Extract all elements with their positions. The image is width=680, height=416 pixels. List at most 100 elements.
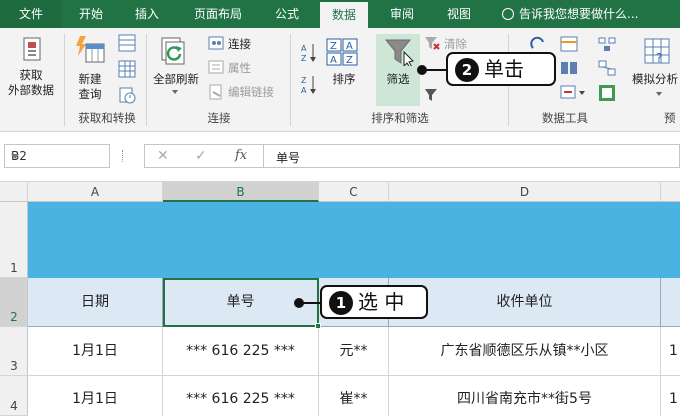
- svg-text:?: ?: [656, 51, 662, 65]
- callout-1-text: 选 中: [358, 290, 405, 314]
- cell-d4[interactable]: 四川省南充市**街5号: [389, 376, 661, 416]
- edit-links-icon: [208, 84, 224, 103]
- get-external-label-1: 获取: [19, 68, 43, 82]
- cell-a2[interactable]: 日期: [28, 278, 163, 327]
- connections-button[interactable]: 连接: [228, 36, 251, 52]
- remove-duplicates-icon[interactable]: [560, 36, 578, 55]
- new-query-icon: [74, 36, 110, 69]
- formula-content: 单号: [276, 151, 301, 165]
- column-header-c[interactable]: C: [319, 182, 389, 202]
- filter-button-label: 筛选: [386, 72, 410, 86]
- svg-text:A: A: [301, 44, 307, 53]
- get-external-label-2: 外部数据: [8, 83, 54, 97]
- row-4-label: 4: [10, 399, 18, 413]
- refresh-dropdown-icon[interactable]: [172, 90, 178, 94]
- sort-za-icon[interactable]: ZA: [300, 74, 318, 99]
- tell-me-box[interactable]: 告诉我您想要做什么...: [502, 0, 638, 28]
- sort-az-icon[interactable]: AZ: [300, 42, 318, 67]
- row-header-4[interactable]: 4: [0, 376, 28, 416]
- tell-me-text: 告诉我您想要做什么...: [519, 7, 639, 21]
- formula-bar: B2 ✕ ✓ fx 单号: [0, 132, 680, 182]
- new-query-label-1: 新建: [78, 72, 102, 86]
- row-header-1[interactable]: 1: [0, 202, 28, 278]
- tab-home[interactable]: 开始: [68, 0, 114, 28]
- svg-text:Z: Z: [301, 54, 307, 63]
- cell-b3[interactable]: *** 616 225 ***: [163, 327, 319, 376]
- what-if-button[interactable]: 模拟分析: [632, 72, 680, 87]
- fill-handle[interactable]: [315, 323, 321, 329]
- connections-icon: [208, 36, 224, 53]
- manage-data-model-icon[interactable]: [598, 84, 616, 105]
- svg-text:A: A: [301, 86, 307, 95]
- row-3-label: 3: [10, 359, 18, 373]
- group-connections: 连接: [207, 111, 231, 125]
- banner-row: [28, 202, 680, 278]
- column-header-d[interactable]: D: [389, 182, 661, 202]
- cancel-icon[interactable]: ✕: [157, 148, 169, 164]
- cell-a4[interactable]: 1月1日: [28, 376, 163, 416]
- callout-1-line: [300, 302, 322, 304]
- filter-funnel-icon: [384, 38, 414, 69]
- select-all-corner[interactable]: [0, 182, 28, 202]
- row-header-3[interactable]: 3: [0, 327, 28, 376]
- callout-2-text: 单击: [484, 57, 524, 81]
- cell-e2[interactable]: [661, 278, 680, 327]
- tab-data[interactable]: 数据: [320, 2, 368, 28]
- what-if-dropdown-icon[interactable]: [656, 92, 662, 96]
- data-validation-icon[interactable]: [560, 84, 586, 103]
- clear-filter-icon: [424, 36, 440, 53]
- row-2-label: 2: [10, 310, 18, 324]
- name-box-dropdown-icon[interactable]: [11, 154, 19, 159]
- name-box[interactable]: B2: [4, 144, 110, 168]
- relationships-icon[interactable]: [598, 60, 616, 79]
- cell-b4[interactable]: *** 616 225 ***: [163, 376, 319, 416]
- get-external-data-button[interactable]: 获取 外部数据: [0, 68, 62, 98]
- tab-insert[interactable]: 插入: [124, 0, 170, 28]
- callout-1-number: 1: [329, 291, 353, 315]
- edit-links-button[interactable]: 编辑链接: [228, 84, 274, 100]
- column-header-e[interactable]: [661, 182, 680, 202]
- insert-function-icon[interactable]: fx: [235, 148, 247, 163]
- cell-d2[interactable]: 收件单位: [389, 278, 661, 327]
- properties-button[interactable]: 属性: [228, 60, 251, 76]
- tab-page-layout[interactable]: 页面布局: [178, 0, 258, 28]
- svg-text:A: A: [346, 41, 353, 52]
- group-data-tools: 数据工具: [542, 111, 588, 125]
- clear-filter-button[interactable]: 清除: [444, 36, 467, 52]
- callout-step-2: 2 单击: [446, 52, 556, 86]
- enter-icon[interactable]: ✓: [195, 148, 207, 164]
- cell-e4[interactable]: 1: [661, 376, 680, 416]
- row-header-2[interactable]: 2: [0, 278, 28, 327]
- formula-input[interactable]: 单号: [264, 144, 680, 168]
- column-header-a[interactable]: A: [28, 182, 163, 202]
- refresh-all-button[interactable]: 全部刷新: [146, 72, 206, 87]
- external-data-icon: [22, 36, 46, 67]
- sort-button[interactable]: 排序: [322, 72, 366, 87]
- show-queries-icon[interactable]: [118, 34, 136, 55]
- tab-review[interactable]: 审阅: [378, 0, 426, 28]
- formula-buttons: ✕ ✓ fx: [144, 144, 264, 168]
- tab-file[interactable]: 文件: [0, 0, 62, 28]
- group-sort-filter: 排序和筛选: [371, 111, 429, 125]
- cell-e3[interactable]: 1: [661, 327, 680, 376]
- cell-c3[interactable]: 元**: [319, 327, 389, 376]
- formula-bar-grip[interactable]: [122, 150, 125, 162]
- group-get-transform: 获取和转换: [78, 111, 136, 125]
- row-1-label: 1: [10, 261, 18, 275]
- consolidate-icon[interactable]: [598, 36, 616, 55]
- column-header-b[interactable]: B: [163, 182, 319, 202]
- cell-a3[interactable]: 1月1日: [28, 327, 163, 376]
- svg-text:Z: Z: [330, 41, 337, 52]
- group-forecast: 预: [664, 111, 676, 125]
- cell-d3[interactable]: 广东省顺德区乐从镇**小区: [389, 327, 661, 376]
- tab-view[interactable]: 视图: [436, 0, 482, 28]
- cell-c4[interactable]: 崔**: [319, 376, 389, 416]
- new-query-button[interactable]: 新建 查询: [70, 72, 110, 102]
- recent-sources-icon[interactable]: [118, 86, 136, 107]
- from-table-icon[interactable]: [118, 60, 136, 81]
- advanced-filter-icon[interactable]: [424, 88, 440, 105]
- tab-formulas[interactable]: 公式: [262, 0, 312, 28]
- svg-text:Z: Z: [346, 55, 353, 66]
- text-to-columns-icon[interactable]: [560, 60, 578, 79]
- callout-step-1: 1选 中: [320, 285, 428, 319]
